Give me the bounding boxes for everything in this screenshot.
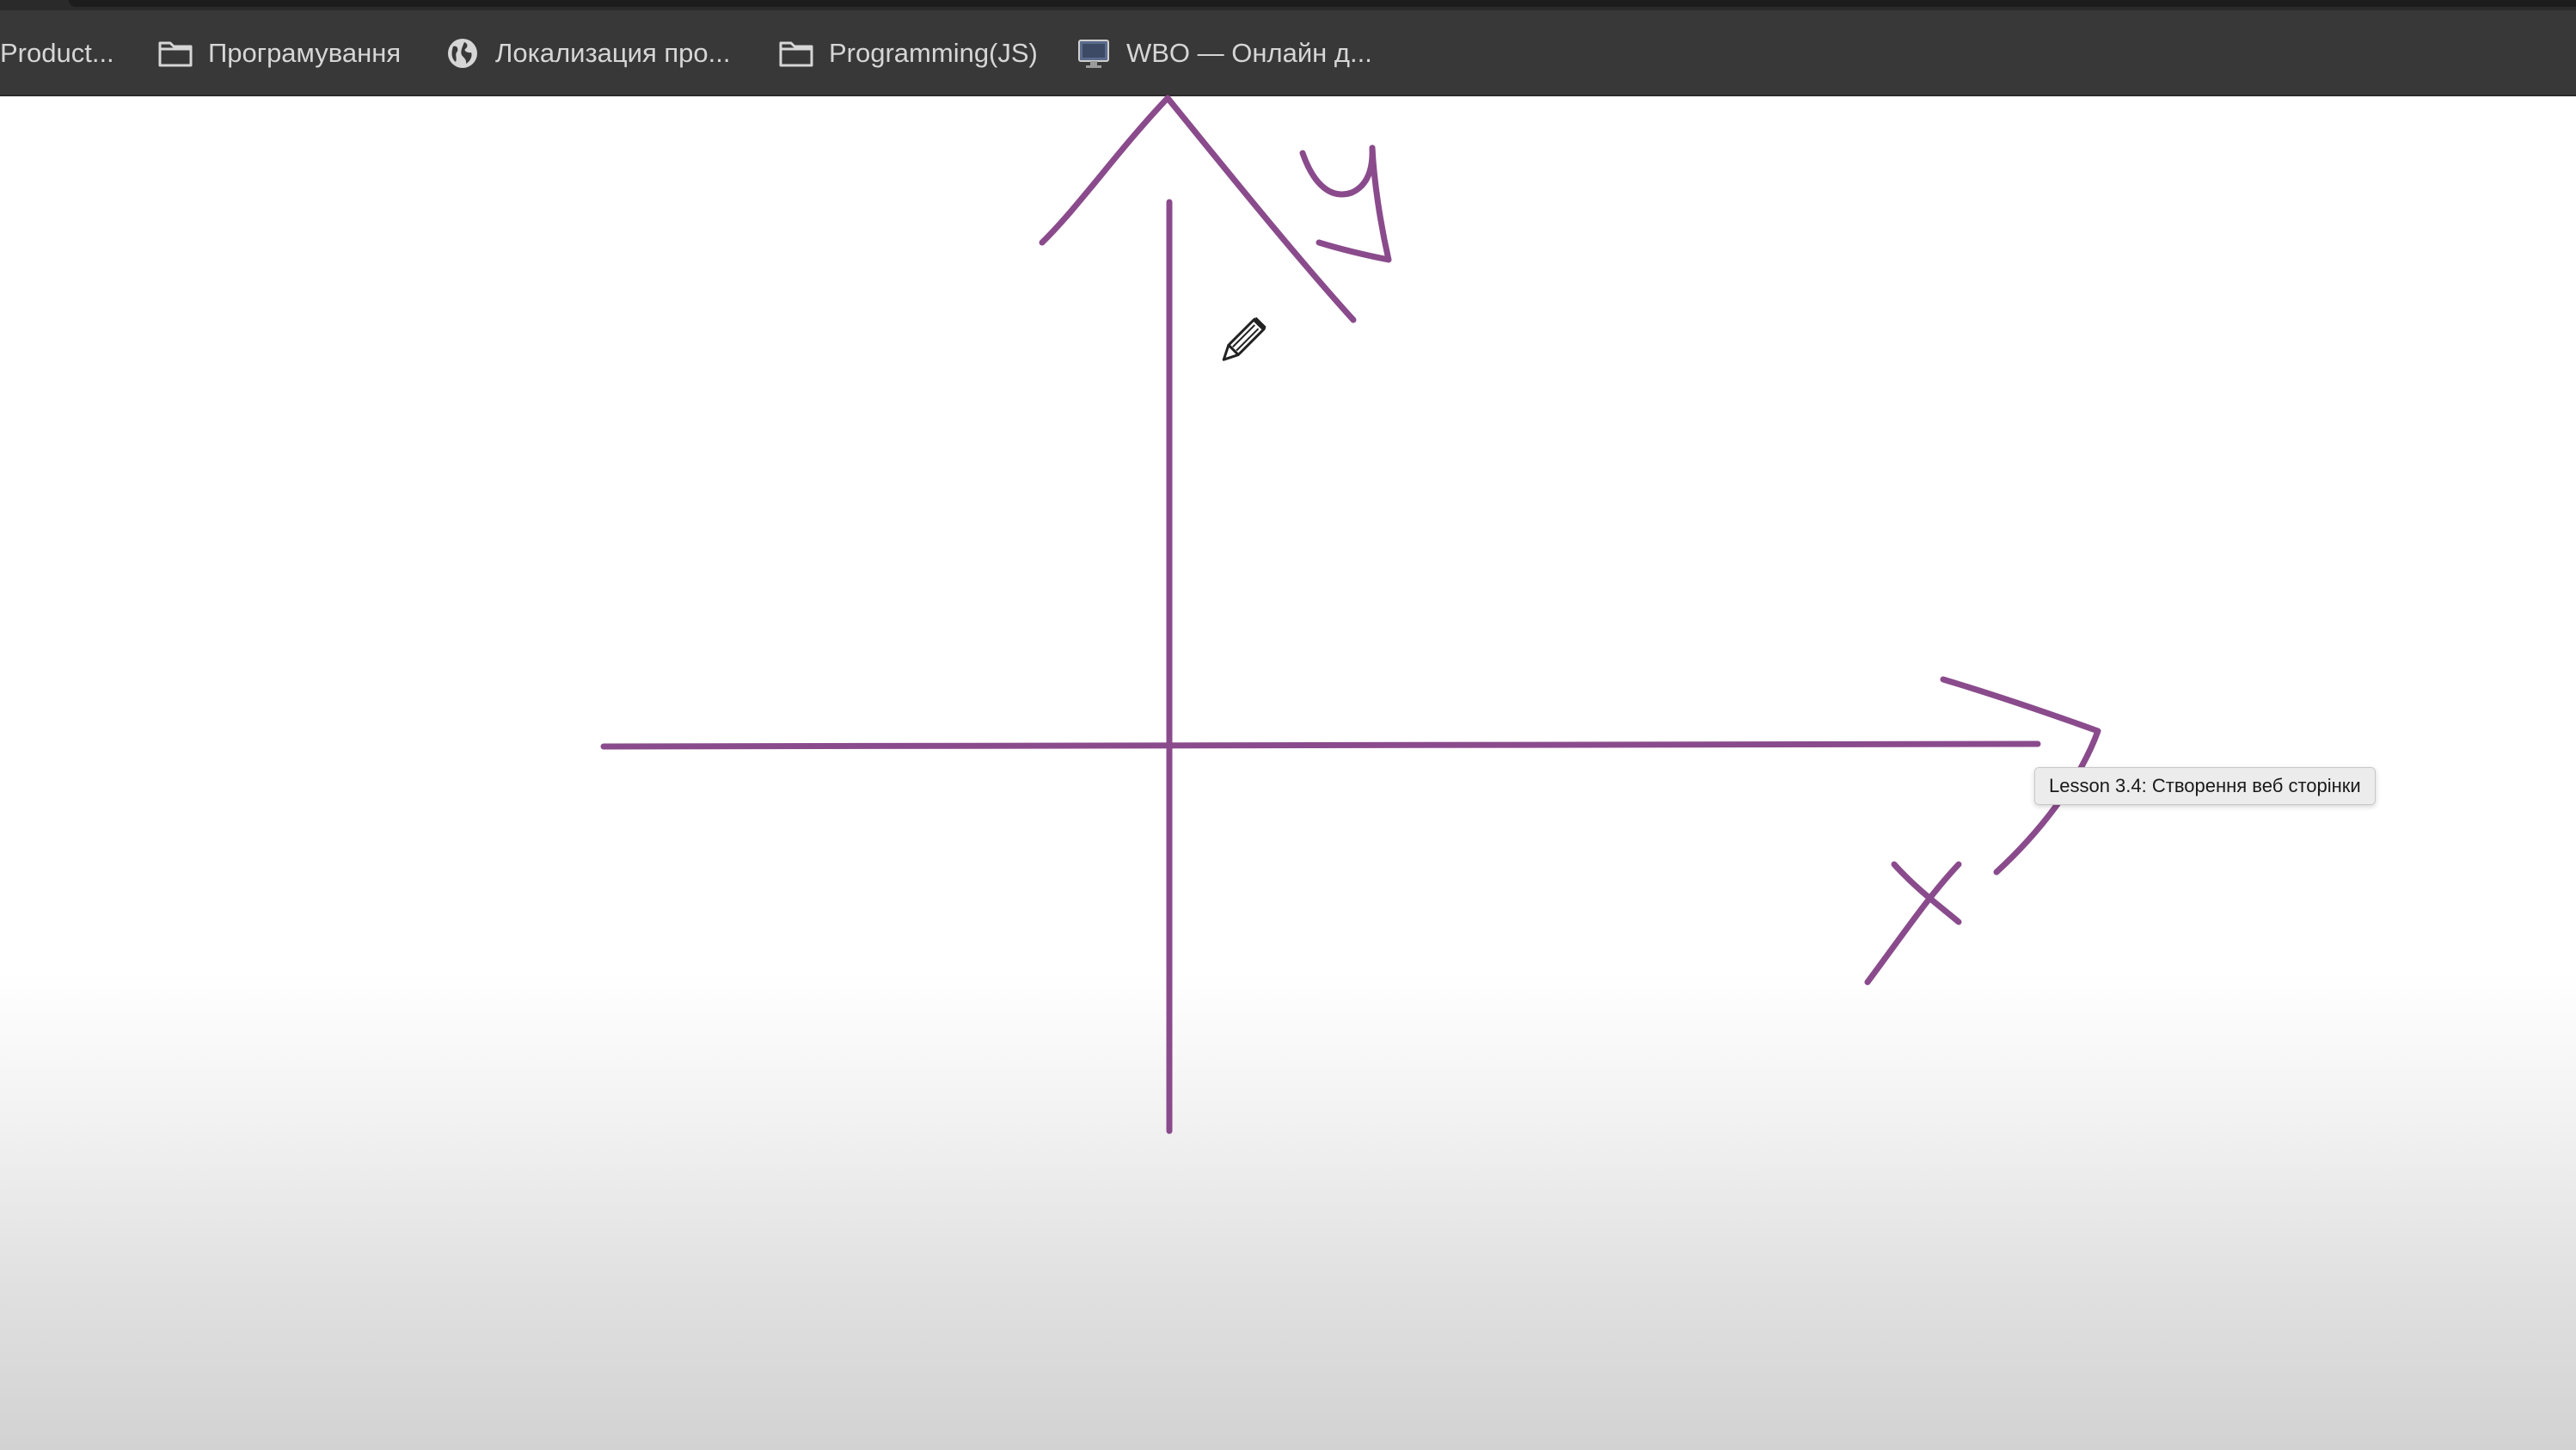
x-axis-line xyxy=(600,740,2041,750)
y-axis-label-stroke xyxy=(1299,144,1376,198)
pencil-icon xyxy=(1211,311,1271,372)
y-axis-label-stroke-tail xyxy=(1316,144,1392,263)
y-axis-arrowhead xyxy=(1039,95,1357,323)
whiteboard-canvas[interactable] xyxy=(0,0,2576,1450)
tooltip: Lesson 3.4: Створення веб сторінки xyxy=(2034,767,2376,805)
whiteboard-page: Product... Програмування Локализация про… xyxy=(0,0,2576,1450)
